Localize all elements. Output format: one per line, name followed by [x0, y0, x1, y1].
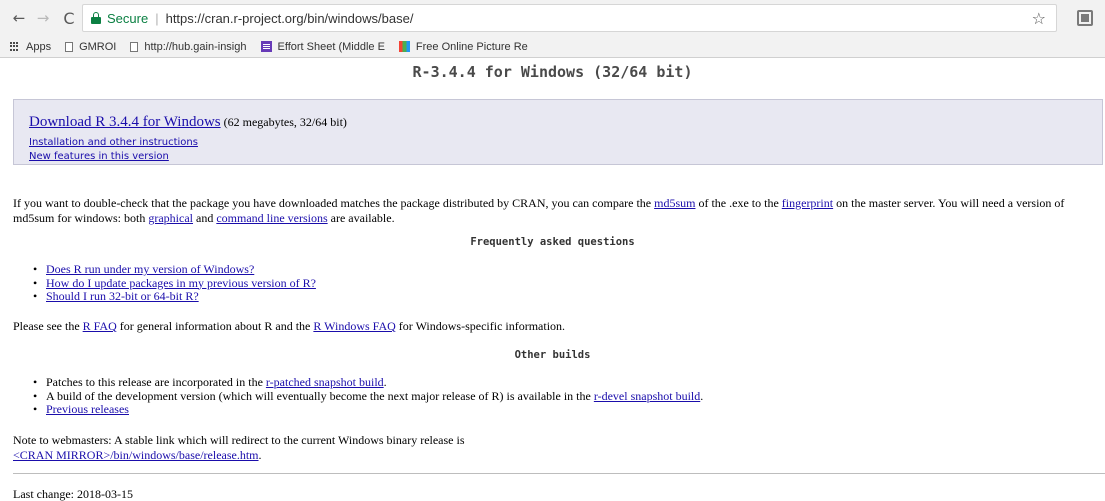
- r-patched-link[interactable]: r-patched snapshot build: [266, 375, 384, 389]
- download-box: Download R 3.4.4 for Windows (62 megabyt…: [13, 99, 1103, 165]
- list-item: A build of the development version (whic…: [33, 388, 704, 404]
- note-text: Note to webmasters: A stable link which …: [13, 433, 465, 447]
- reload-icon[interactable]: C: [60, 9, 78, 28]
- list-item: Patches to this release are incorporated…: [33, 375, 703, 390]
- address-separator: |: [155, 10, 159, 26]
- fingerprint-link[interactable]: fingerprint: [782, 196, 833, 210]
- spreadsheet-icon: [260, 41, 272, 52]
- release-htm-link[interactable]: <CRAN MIRROR>/bin/windows/base/release.h…: [13, 448, 259, 462]
- md5-text: If you want to double-check that the pac…: [13, 196, 655, 210]
- list-item: Previous releases: [33, 402, 703, 417]
- last-change: Last change: 2018-03-15: [13, 487, 133, 501]
- install-instructions-link[interactable]: Installation and other instructions: [29, 137, 198, 148]
- picture-icon: [398, 41, 410, 52]
- r-devel-link[interactable]: r-devel snapshot build: [594, 389, 700, 403]
- bookmark-label: Effort Sheet (Middle E: [277, 40, 385, 53]
- md5-text: are available.: [327, 211, 395, 225]
- faq-see-paragraph: Please see the R FAQ for general informa…: [13, 319, 1103, 334]
- new-features-link[interactable]: New features in this version: [29, 151, 169, 162]
- page-icon: [65, 41, 74, 52]
- bookmark-label: GMROI: [79, 40, 117, 53]
- faq-heading: Frequently asked questions: [470, 236, 635, 248]
- bookmark-hub[interactable]: http://hub.gain-insigh: [130, 40, 247, 53]
- command-line-link[interactable]: command line versions: [216, 211, 327, 225]
- bookmark-effort-sheet[interactable]: Effort Sheet (Middle E: [260, 40, 385, 53]
- r-windows-faq-link[interactable]: R Windows FAQ: [313, 319, 395, 333]
- bookmarks-bar: Apps GMROI http://hub.gain-insigh Effort…: [0, 36, 1105, 58]
- item-text: .: [383, 375, 387, 389]
- web-page: R-3.4.4 for Windows (32/64 bit) Download…: [0, 59, 1105, 501]
- list-item: How do I update packages in my previous …: [33, 276, 316, 291]
- previous-releases-link[interactable]: Previous releases: [46, 402, 129, 416]
- r-faq-link[interactable]: R FAQ: [83, 319, 117, 333]
- md5-paragraph: If you want to double-check that the pac…: [13, 196, 1103, 226]
- item-text: A build of the development version (whic…: [46, 388, 594, 403]
- secure-label: Secure: [107, 10, 149, 26]
- list-item: Should I run 32-bit or 64-bit R?: [33, 289, 316, 304]
- see-text: Please see the: [13, 319, 83, 333]
- item-text: .: [700, 388, 704, 403]
- webmaster-note: Note to webmasters: A stable link which …: [13, 433, 1103, 463]
- page-title: R-3.4.4 for Windows (32/64 bit): [412, 63, 693, 81]
- see-text: for Windows-specific information.: [395, 319, 566, 333]
- divider: [13, 473, 1105, 474]
- address-bar[interactable]: Secure | https://cran.r-project.org/bin/…: [82, 4, 1057, 32]
- bookmark-label: Apps: [26, 40, 52, 53]
- bookmark-gmroi[interactable]: GMROI: [65, 41, 116, 53]
- bookmark-free-picture[interactable]: Free Online Picture Re: [398, 40, 528, 53]
- back-arrow-icon[interactable]: ←: [10, 9, 28, 27]
- forward-arrow-icon[interactable]: →: [34, 9, 52, 27]
- md5-text: of the .exe to the: [695, 196, 782, 210]
- url-text[interactable]: https://cran.r-project.org/bin/windows/b…: [166, 11, 414, 26]
- faq-link[interactable]: Should I run 32-bit or 64-bit R?: [46, 289, 199, 303]
- graphical-link[interactable]: graphical: [148, 211, 193, 225]
- bookmark-label: Free Online Picture Re: [415, 40, 528, 53]
- download-size: (62 megabytes, 32/64 bit): [220, 115, 347, 129]
- extension-icon[interactable]: [1077, 10, 1093, 26]
- note-end: .: [258, 448, 262, 462]
- faq-link[interactable]: Does R run under my version of Windows?: [46, 262, 254, 276]
- md5sum-link[interactable]: md5sum: [654, 196, 695, 210]
- faq-link[interactable]: How do I update packages in my previous …: [46, 276, 316, 290]
- apps-grid-icon: [10, 41, 20, 52]
- md5-text: and: [193, 211, 217, 225]
- browser-toolbar: ← → C Secure | https://cran.r-project.or…: [0, 0, 1105, 36]
- download-r-link[interactable]: Download R 3.4.4 for Windows: [29, 114, 221, 130]
- list-item: Does R run under my version of Windows?: [33, 262, 316, 277]
- faq-list: Does R run under my version of Windows? …: [33, 262, 316, 304]
- bookmark-apps[interactable]: Apps: [10, 41, 51, 53]
- lock-icon: [91, 12, 101, 24]
- bookmark-star-icon[interactable]: ☆: [1032, 9, 1046, 28]
- bookmark-label: http://hub.gain-insigh: [144, 40, 247, 53]
- download-line: Download R 3.4.4 for Windows (62 megabyt…: [29, 114, 347, 131]
- other-builds-list: Patches to this release are incorporated…: [33, 375, 704, 417]
- item-text: Patches to this release are incorporated…: [46, 375, 266, 389]
- see-text: for general information about R and the: [116, 319, 314, 333]
- page-icon: [130, 41, 139, 52]
- other-builds-heading: Other builds: [514, 349, 591, 361]
